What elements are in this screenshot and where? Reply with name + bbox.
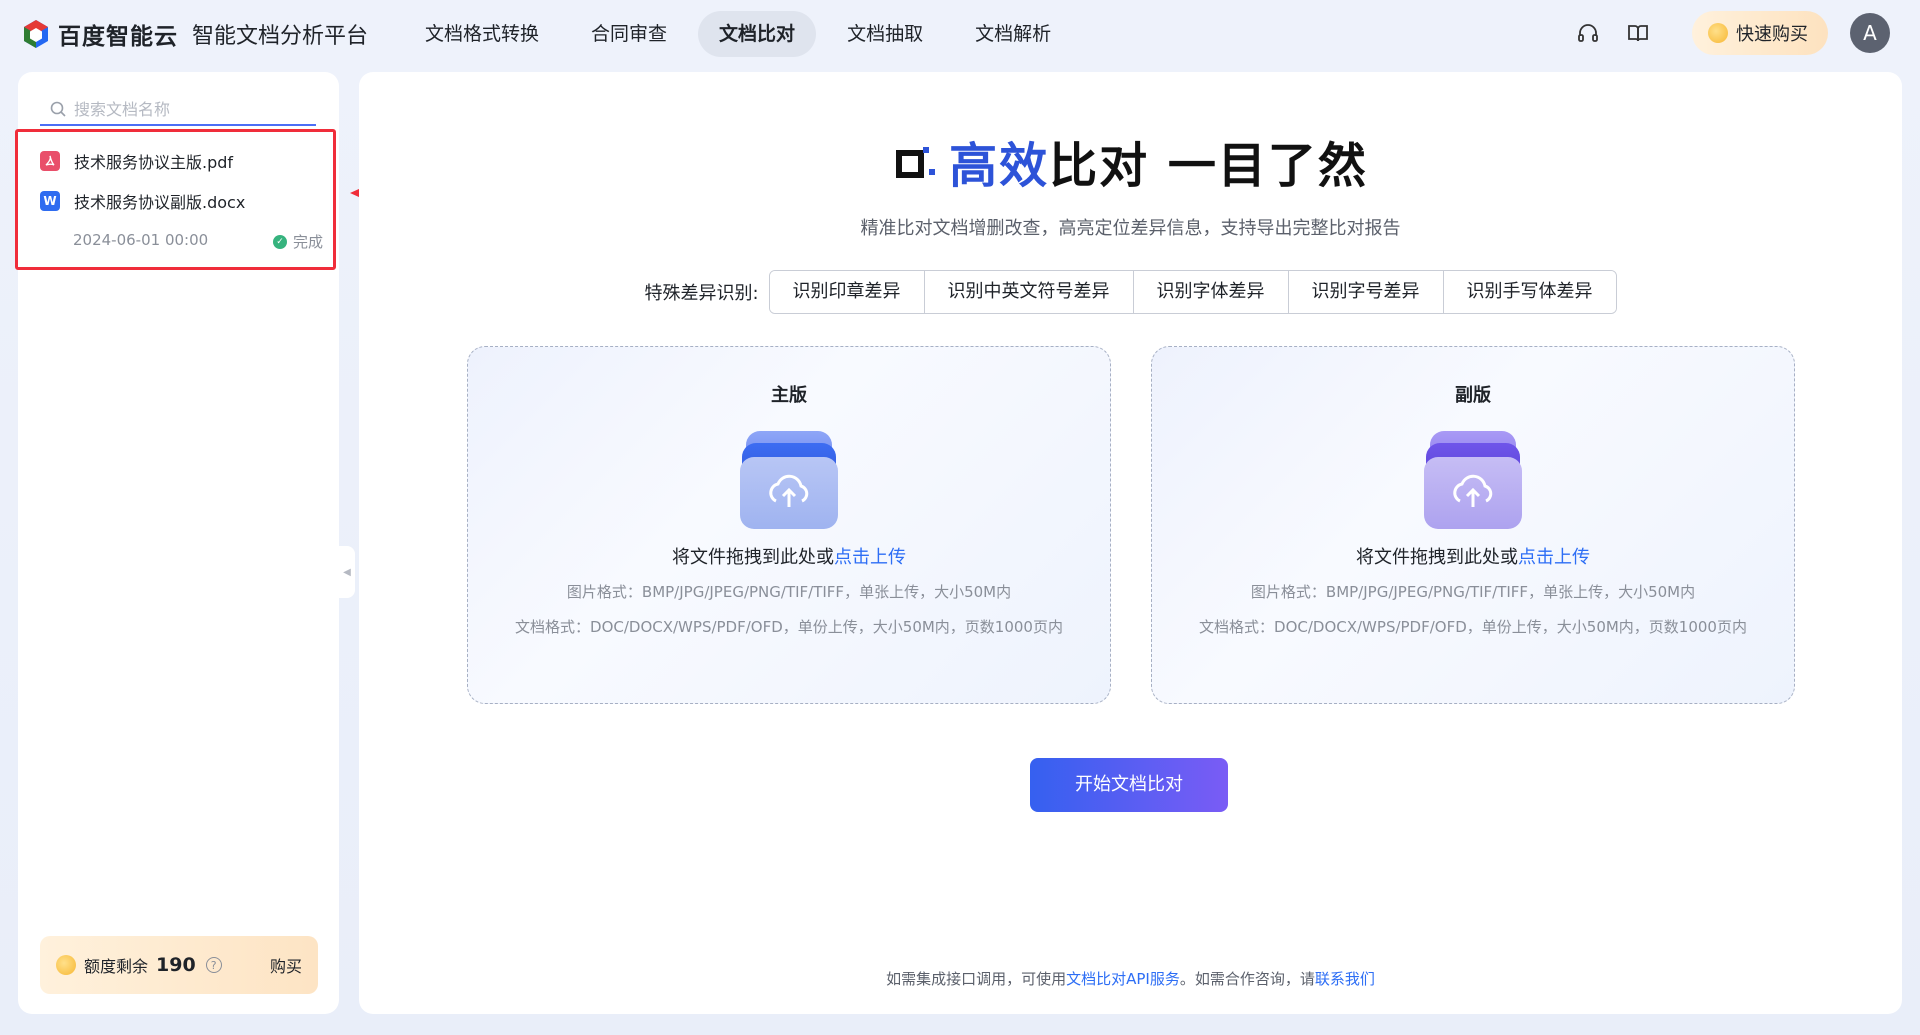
record-meta: 2024-06-01 00:00 ✓ 完成 [73, 231, 323, 252]
file-item-copy[interactable]: W 技术服务协议副版.docx [40, 189, 245, 213]
top-navigation-bar: 百度智能云 智能文档分析平台 文档格式转换 合同审查 文档比对 文档抽取 文档解… [0, 0, 1920, 68]
page-description: 精准比对文档增删改查，高亮定位差异信息，支持导出完整比对报告 [860, 218, 1401, 239]
api-service-link[interactable]: 文档比对API服务 [1066, 970, 1180, 988]
footer-text: 如需集成接口调用，可使用 [886, 970, 1067, 988]
quota-buy-link[interactable]: 购买 [270, 953, 302, 977]
image-format-hint: 图片格式：BMP/JPG/JPEG/PNG/TIF/TIFF，单张上传，大小50… [1250, 583, 1696, 601]
user-avatar[interactable]: A [1850, 13, 1890, 53]
feature-toggle-group: 识别印章差异 识别中英文符号差异 识别字体差异 识别字号差异 识别手写体差异 [768, 270, 1617, 314]
quick-buy-button[interactable]: 快速购买 [1692, 11, 1828, 55]
quota-panel: 额度剩余 190 ? 购买 [40, 936, 318, 994]
brand-name: 百度智能云 [58, 24, 178, 50]
search-icon [50, 101, 66, 117]
upload-instruction: 将文件拖拽到此处或点击上传 [1152, 543, 1794, 569]
status-label: 完成 [292, 233, 323, 251]
sidebar-collapse-handle[interactable]: ◀ [339, 546, 355, 598]
book-icon[interactable] [1624, 19, 1652, 47]
nav-item-document-parse[interactable]: 文档解析 [954, 11, 1072, 57]
feature-seal-diff[interactable]: 识别印章差异 [769, 271, 925, 313]
upload-title: 主版 [771, 385, 807, 406]
nav-item-document-compare[interactable]: 文档比对 [698, 11, 817, 57]
search-input[interactable] [74, 99, 304, 119]
image-format-hint: 图片格式：BMP/JPG/JPEG/PNG/TIF/TIFF，单张上传，大小50… [566, 583, 1012, 601]
nav-item-document-extract[interactable]: 文档抽取 [826, 11, 944, 57]
start-compare-button[interactable]: 开始文档比对 [1030, 758, 1228, 812]
quota-label: 额度剩余 [84, 957, 149, 976]
title-accent: 高效 [949, 138, 1050, 194]
cloud-upload-icon [1424, 431, 1522, 529]
word-icon: W [40, 191, 60, 211]
special-diff-options: 特殊差异识别: 识别印章差异 识别中英文符号差异 识别字体差异 识别字号差异 识… [359, 270, 1902, 314]
compare-main-panel: 高效比对 一目了然 精准比对文档增删改查，高亮定位差异信息，支持导出完整比对报告… [359, 72, 1902, 1014]
platform-name: 智能文档分析平台 [192, 24, 369, 49]
contact-us-link[interactable]: 联系我们 [1315, 970, 1375, 988]
coin-icon [1708, 23, 1728, 43]
doc-format-hint: 文档格式：DOC/DOCX/WPS/PDF/OFD，单份上传，大小50M内，页数… [515, 618, 1063, 636]
history-sidebar: 技术服务协议主版.pdf W 技术服务协议副版.docx 2024-06-01 … [15, 72, 339, 1014]
features-label: 特殊差异识别: [644, 283, 759, 304]
feature-font-diff[interactable]: 识别字体差异 [1133, 271, 1289, 313]
baidu-cloud-logo-icon [24, 20, 48, 48]
upload-area-master[interactable]: 主版 将文件拖拽到此处或点击上传 图片格式：BMP/JPG/JPEG/PNG/T… [467, 346, 1111, 704]
upload-instruction: 将文件拖拽到此处或点击上传 [468, 543, 1110, 569]
quick-buy-label: 快速购买 [1736, 24, 1808, 45]
compare-logo-icon [896, 147, 936, 178]
main-nav: 文档格式转换 合同审查 文档比对 文档抽取 文档解析 [404, 11, 1072, 57]
search-box [40, 94, 316, 126]
feature-handwriting-diff[interactable]: 识别手写体差异 [1443, 271, 1616, 313]
hero-heading: 高效比对 一目了然 [359, 126, 1902, 196]
top-right-actions: 快速购买 A [1574, 11, 1890, 55]
file-item-master[interactable]: 技术服务协议主版.pdf [40, 149, 233, 173]
upload-title: 副版 [1455, 385, 1491, 406]
feature-fontsize-diff[interactable]: 识别字号差异 [1288, 271, 1444, 313]
page-title: 高效比对 一目了然 [949, 126, 1368, 196]
upload-area-copy[interactable]: 副版 将文件拖拽到此处或点击上传 图片格式：BMP/JPG/JPEG/PNG/T… [1151, 346, 1795, 704]
feature-symbol-diff[interactable]: 识别中英文符号差异 [924, 271, 1134, 313]
coin-icon [56, 955, 76, 975]
nav-item-format-conversion[interactable]: 文档格式转换 [404, 11, 560, 57]
upload-text: 将文件拖拽到此处或 [1356, 547, 1518, 568]
footer-note: 如需集成接口调用，可使用文档比对API服务。如需合作咨询，请联系我们 [359, 968, 1902, 989]
record-time: 2024-06-01 00:00 [73, 231, 209, 249]
brand[interactable]: 百度智能云 智能文档分析平台 [22, 17, 368, 51]
click-upload-link[interactable]: 点击上传 [1518, 547, 1590, 568]
headset-icon[interactable] [1574, 19, 1602, 47]
footer-text: 。如需合作咨询，请 [1179, 970, 1315, 988]
click-upload-link[interactable]: 点击上传 [834, 547, 906, 568]
file-name: 技术服务协议主版.pdf [74, 153, 234, 172]
comparison-record[interactable]: 技术服务协议主版.pdf W 技术服务协议副版.docx 2024-06-01 … [15, 129, 336, 270]
status-badge: ✓ 完成 [272, 231, 323, 252]
doc-format-hint: 文档格式：DOC/DOCX/WPS/PDF/OFD，单份上传，大小50M内，页数… [1199, 618, 1747, 636]
file-name: 技术服务协议副版.docx [74, 193, 246, 212]
cloud-upload-icon [740, 431, 838, 529]
quota-value: 190 [156, 954, 196, 976]
pdf-icon [40, 151, 60, 171]
check-icon: ✓ [272, 234, 287, 249]
upload-text: 将文件拖拽到此处或 [672, 547, 834, 568]
nav-item-contract-review[interactable]: 合同审查 [570, 11, 688, 57]
help-icon[interactable]: ? [205, 957, 222, 973]
title-rest: 比对 一目了然 [1049, 138, 1368, 194]
